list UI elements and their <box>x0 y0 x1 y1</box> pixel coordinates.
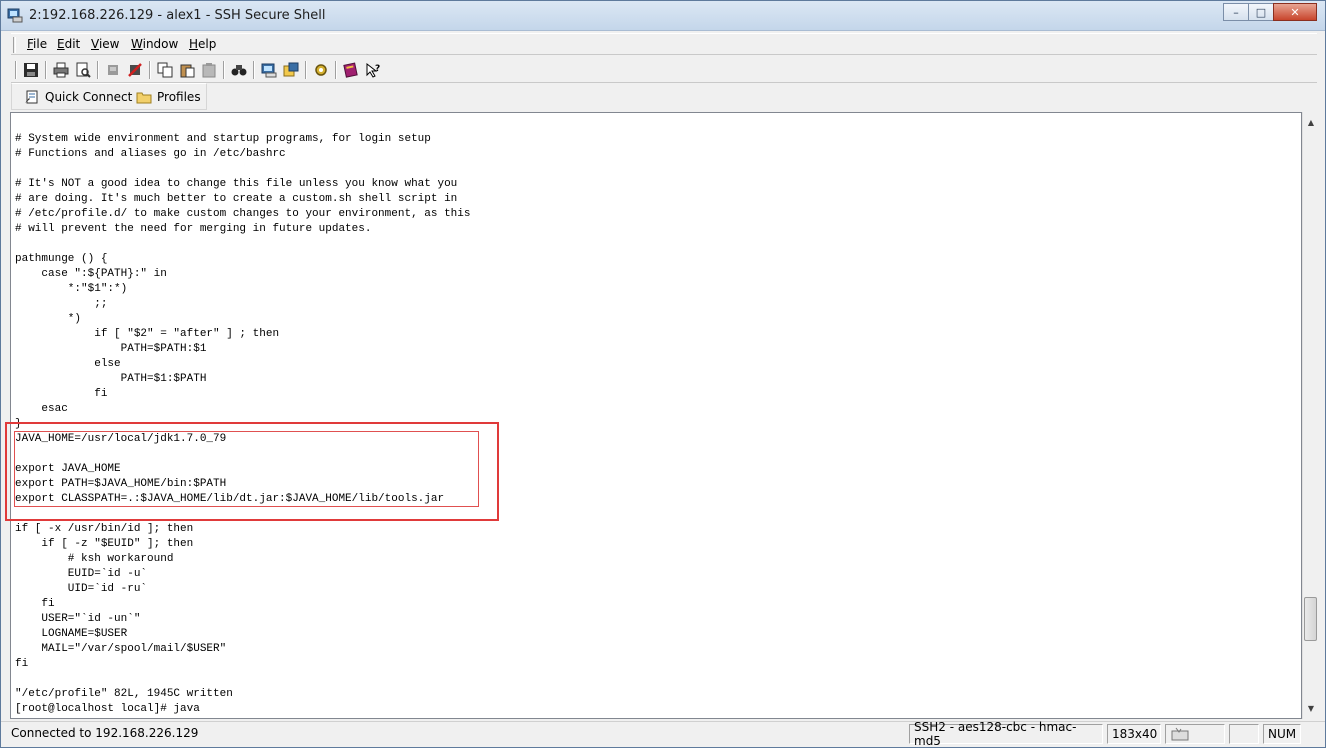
toolbar-grip[interactable] <box>15 61 17 79</box>
print-icon[interactable] <box>51 60 71 80</box>
terminal-line: esac <box>15 403 68 415</box>
terminal-line: fi <box>15 658 29 670</box>
menu-help[interactable]: Help <box>189 37 216 51</box>
terminal-line: # /etc/profile.d/ to make custom changes… <box>15 208 471 220</box>
selection-box <box>14 431 479 507</box>
settings-icon[interactable] <box>311 60 331 80</box>
toolbar-separator <box>149 61 151 79</box>
print-preview-icon[interactable] <box>73 60 93 80</box>
maximize-button[interactable]: □ <box>1248 3 1274 21</box>
menu-bar: File Edit View Window Help <box>11 33 1317 55</box>
cipher-status: SSH2 - aes128-cbc - hmac-md5 <box>909 720 1103 748</box>
context-help-icon[interactable]: ? <box>363 60 383 80</box>
scrollbar-thumb[interactable] <box>1304 597 1317 641</box>
quick-connect-icon <box>25 90 38 104</box>
toolbar-separator <box>305 61 307 79</box>
paste-icon[interactable] <box>177 60 197 80</box>
disconnect-all-icon[interactable] <box>125 60 145 80</box>
terminal-line: if [ -x /usr/bin/id ]; then <box>15 523 194 535</box>
status-bar: Connected to 192.168.226.129 SSH2 - aes1… <box>1 720 1325 748</box>
terminal-line: # It's NOT a good idea to change this fi… <box>15 178 458 190</box>
connection-status: Connected to 192.168.226.129 <box>11 726 199 740</box>
toolbar-separator <box>335 61 337 79</box>
caps-status <box>1229 724 1259 744</box>
scroll-down-icon[interactable]: ▼ <box>1303 700 1319 716</box>
folder-icon <box>136 92 152 104</box>
title-bar[interactable]: 2:192.168.226.129 - alex1 - SSH Secure S… <box>1 1 1325 31</box>
terminal-line: if [ -z "$EUID" ]; then <box>15 538 194 550</box>
terminal-line: LOGNAME=$USER <box>15 628 128 640</box>
toolbar: ? <box>11 57 1317 83</box>
terminal-line: case ":${PATH}:" in <box>15 268 167 280</box>
toolbar-separator <box>45 61 47 79</box>
save-icon[interactable] <box>21 60 41 80</box>
terminal-line: *:"$1":*) <box>15 283 128 295</box>
profiles-button[interactable]: Profiles <box>136 89 201 105</box>
terminal-line: UID=`id -ru` <box>15 583 148 595</box>
scroll-up-icon[interactable]: ▲ <box>1303 114 1319 130</box>
terminal-size: 183x40 <box>1107 724 1161 744</box>
keyboard-icon <box>1165 724 1225 744</box>
window-title: 2:192.168.226.129 - alex1 - SSH Secure S… <box>29 8 326 23</box>
profiles-label: Profiles <box>157 90 201 104</box>
quick-connect-bar: Quick Connect Profiles <box>11 83 207 110</box>
terminal-line: USER="`id -un`" <box>15 613 141 625</box>
help-book-icon[interactable] <box>341 60 361 80</box>
disconnect-icon[interactable] <box>103 60 123 80</box>
terminal-line: else <box>15 358 121 370</box>
terminal-line: MAIL="/var/spool/mail/$USER" <box>15 643 227 655</box>
terminal-line: [root@localhost local]# java <box>15 703 200 715</box>
terminal-line: PATH=$1:$PATH <box>15 373 207 385</box>
terminal-line: *) <box>15 313 82 325</box>
terminal-line: ;; <box>15 298 108 310</box>
menu-file[interactable]: File <box>27 37 47 51</box>
quick-connect-label: Quick Connect <box>45 90 133 104</box>
menu-window[interactable]: Window <box>131 37 178 51</box>
menubar-grip[interactable] <box>13 37 16 53</box>
num-lock-status: NUM <box>1263 724 1301 744</box>
copy-icon[interactable] <box>155 60 175 80</box>
terminal-line: fi <box>15 388 108 400</box>
new-terminal-icon[interactable] <box>259 60 279 80</box>
new-file-transfer-icon[interactable] <box>281 60 301 80</box>
minimize-button[interactable]: – <box>1223 3 1249 21</box>
terminal-line: # are doing. It's much better to create … <box>15 193 458 205</box>
terminal-line: # System wide environment and startup pr… <box>15 133 431 145</box>
terminal-line: # will prevent the need for merging in f… <box>15 223 372 235</box>
quick-connect-button[interactable]: Quick Connect <box>24 89 132 105</box>
toolbar-separator <box>97 61 99 79</box>
menu-edit[interactable]: Edit <box>57 37 80 51</box>
terminal-line: fi <box>15 598 55 610</box>
find-icon[interactable] <box>229 60 249 80</box>
ssh-app-icon <box>7 7 23 23</box>
svg-text:?: ? <box>375 64 380 74</box>
vertical-scrollbar[interactable]: ▲ ▼ <box>1302 112 1318 719</box>
terminal-line: EUID=`id -u` <box>15 568 148 580</box>
menu-view[interactable]: View <box>91 37 119 51</box>
terminal-line: "/etc/profile" 82L, 1945C written <box>15 688 233 700</box>
terminal-line: PATH=$PATH:$1 <box>15 343 207 355</box>
toolbar-separator <box>223 61 225 79</box>
terminal-line: # Functions and aliases go in /etc/bashr… <box>15 148 286 160</box>
terminal-line: if [ "$2" = "after" ] ; then <box>15 328 280 340</box>
close-button[interactable]: ✕ <box>1273 3 1317 21</box>
paste-disabled-icon[interactable] <box>199 60 219 80</box>
terminal-line: # ksh workaround <box>15 553 174 565</box>
ssh-window: 2:192.168.226.129 - alex1 - SSH Secure S… <box>0 0 1326 748</box>
toolbar-separator <box>253 61 255 79</box>
terminal-area[interactable]: # System wide environment and startup pr… <box>10 112 1302 719</box>
terminal-line: pathmunge () { <box>15 253 108 265</box>
